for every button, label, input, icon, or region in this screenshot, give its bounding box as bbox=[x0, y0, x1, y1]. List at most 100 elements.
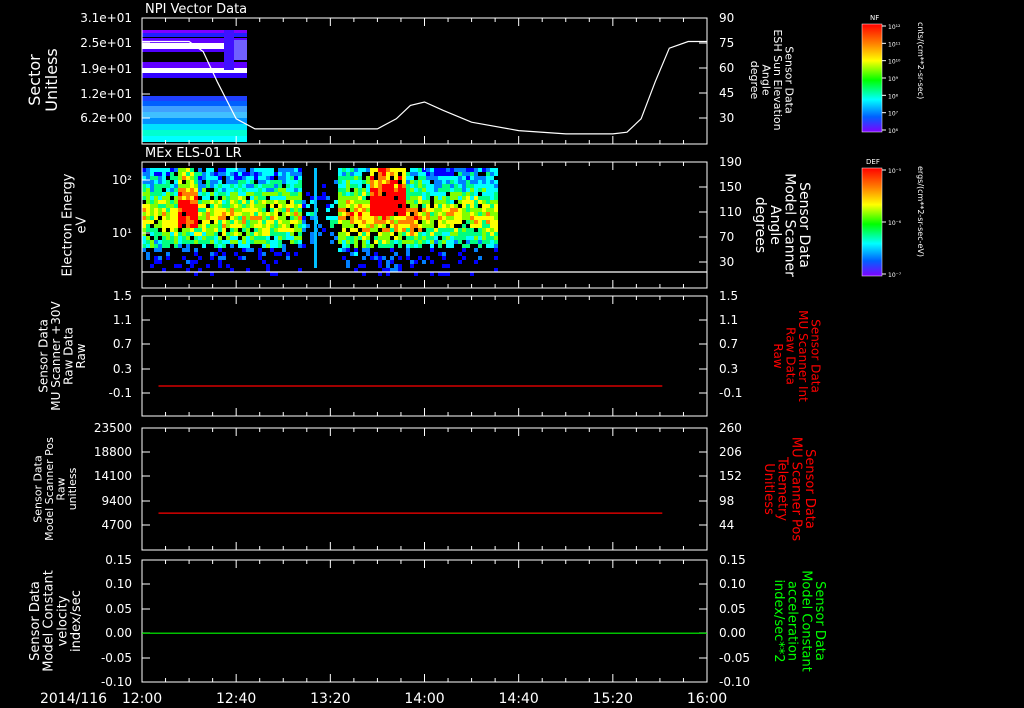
panel4-right-ylabel-line: Unitless bbox=[761, 463, 776, 515]
right-y-tick-label: 30 bbox=[719, 255, 734, 269]
els-heatmap-cell bbox=[390, 200, 394, 204]
els-heatmap-cell bbox=[366, 200, 370, 204]
colorbar-tick-label: 10¹⁰ bbox=[888, 59, 901, 66]
els-heatmap-cell bbox=[198, 168, 202, 172]
els-heatmap-cell bbox=[170, 220, 174, 224]
els-heatmap-cell bbox=[166, 220, 170, 224]
els-heatmap-cell bbox=[222, 200, 226, 204]
els-heatmap-cell bbox=[434, 176, 438, 180]
els-heatmap-cell bbox=[446, 244, 450, 248]
els-heatmap-cell bbox=[466, 196, 470, 200]
els-heatmap-cell bbox=[270, 176, 274, 180]
els-heatmap-cell bbox=[390, 260, 394, 264]
els-heatmap-cell bbox=[250, 220, 254, 224]
els-heatmap-cell bbox=[478, 208, 482, 212]
panel2-ylabel: Electron EnergyeV bbox=[61, 173, 90, 276]
els-heatmap-cell bbox=[454, 192, 458, 196]
els-heatmap-cell bbox=[198, 176, 202, 180]
els-heatmap-cell bbox=[482, 188, 486, 192]
els-heatmap-cell bbox=[166, 216, 170, 220]
els-heatmap-cell bbox=[398, 200, 402, 204]
colorbar-tick-label: 10¹¹ bbox=[888, 41, 901, 48]
els-heatmap-cell bbox=[182, 196, 186, 200]
els-heatmap-cell bbox=[494, 232, 498, 236]
els-heatmap-cell bbox=[478, 180, 482, 184]
els-heatmap-cell bbox=[242, 180, 246, 184]
els-heatmap-cell bbox=[294, 176, 298, 180]
els-heatmap-cell bbox=[342, 172, 346, 176]
els-heatmap-cell bbox=[298, 168, 302, 172]
els-heatmap-cell bbox=[442, 176, 446, 180]
els-heatmap-cell bbox=[282, 236, 286, 240]
els-heatmap-cell bbox=[358, 200, 362, 204]
els-heatmap-cell bbox=[270, 180, 274, 184]
els-heatmap-cell bbox=[282, 192, 286, 196]
els-heatmap-cell bbox=[170, 240, 174, 244]
els-heatmap-cell bbox=[418, 240, 422, 244]
els-heatmap-cell bbox=[186, 180, 190, 184]
els-heatmap-cell bbox=[222, 220, 226, 224]
els-heatmap-cell bbox=[466, 232, 470, 236]
els-heatmap-cell bbox=[386, 168, 390, 172]
els-heatmap-cell bbox=[298, 192, 302, 196]
els-heatmap-cell bbox=[238, 216, 242, 220]
els-heatmap-cell bbox=[150, 196, 154, 200]
els-heatmap-cell bbox=[422, 180, 426, 184]
els-heatmap-cell bbox=[290, 216, 294, 220]
els-heatmap-cell bbox=[422, 184, 426, 188]
els-heatmap-cell bbox=[358, 208, 362, 212]
els-heatmap-cell bbox=[150, 188, 154, 192]
x-tick-label: 14:40 bbox=[498, 691, 538, 707]
els-heatmap-cell bbox=[166, 188, 170, 192]
els-heatmap-cell bbox=[406, 248, 410, 252]
els-heatmap-cell bbox=[222, 224, 226, 228]
els-heatmap-cell bbox=[458, 168, 462, 172]
els-heatmap-cell bbox=[194, 180, 198, 184]
y-tick-label: 4700 bbox=[101, 518, 132, 532]
els-heatmap-cell bbox=[402, 228, 406, 232]
els-heatmap-cell bbox=[322, 192, 326, 196]
els-heatmap-cell bbox=[394, 204, 398, 208]
els-heatmap-cell bbox=[398, 196, 402, 200]
els-heatmap-cell bbox=[258, 216, 262, 220]
els-heatmap-cell bbox=[182, 172, 186, 176]
els-heatmap-cell bbox=[202, 192, 206, 196]
els-heatmap-cell bbox=[150, 264, 154, 268]
x-tick-labels: 12:00 12:40 13:20 14:00 14:40 15:20 16:00 bbox=[122, 691, 727, 707]
els-heatmap-cell bbox=[294, 220, 298, 224]
els-heatmap-cell bbox=[206, 208, 210, 212]
els-heatmap-cell bbox=[262, 224, 266, 228]
els-heatmap-cell bbox=[414, 220, 418, 224]
els-heatmap-cell bbox=[238, 184, 242, 188]
els-heatmap-cell bbox=[374, 240, 378, 244]
els-heatmap-cell bbox=[158, 196, 162, 200]
els-heatmap-cell bbox=[362, 188, 366, 192]
els-heatmap-cell bbox=[426, 236, 430, 240]
els-heatmap-cell bbox=[474, 240, 478, 244]
els-heatmap-cell bbox=[382, 224, 386, 228]
els-heatmap-cell bbox=[458, 252, 462, 256]
els-heatmap-cell bbox=[242, 184, 246, 188]
els-heatmap-cell bbox=[258, 168, 262, 172]
els-heatmap-cell bbox=[338, 192, 342, 196]
els-heatmap-cell bbox=[398, 256, 402, 260]
els-heatmap-cell bbox=[470, 204, 474, 208]
els-heatmap-cell bbox=[386, 264, 390, 268]
panel2-right-ylabel-line: Model Scanner bbox=[781, 173, 797, 277]
els-heatmap-cell bbox=[486, 184, 490, 188]
right-y-tick-label: 0.3 bbox=[719, 362, 738, 376]
els-heatmap-cell bbox=[406, 188, 410, 192]
els-heatmap-cell bbox=[234, 212, 238, 216]
els-heatmap-cell bbox=[194, 232, 198, 236]
els-heatmap-cell bbox=[470, 232, 474, 236]
els-heatmap-cell bbox=[462, 196, 466, 200]
els-heatmap-cell bbox=[282, 212, 286, 216]
els-heatmap-cell bbox=[210, 228, 214, 232]
els-heatmap-cell bbox=[282, 180, 286, 184]
els-heatmap-cell bbox=[142, 220, 146, 224]
els-heatmap-cell bbox=[370, 184, 374, 188]
els-heatmap-cell bbox=[274, 216, 278, 220]
els-heatmap-cell bbox=[434, 172, 438, 176]
els-heatmap-cell bbox=[174, 168, 178, 172]
panel2-right-ylabel-line: Angle bbox=[767, 205, 783, 245]
